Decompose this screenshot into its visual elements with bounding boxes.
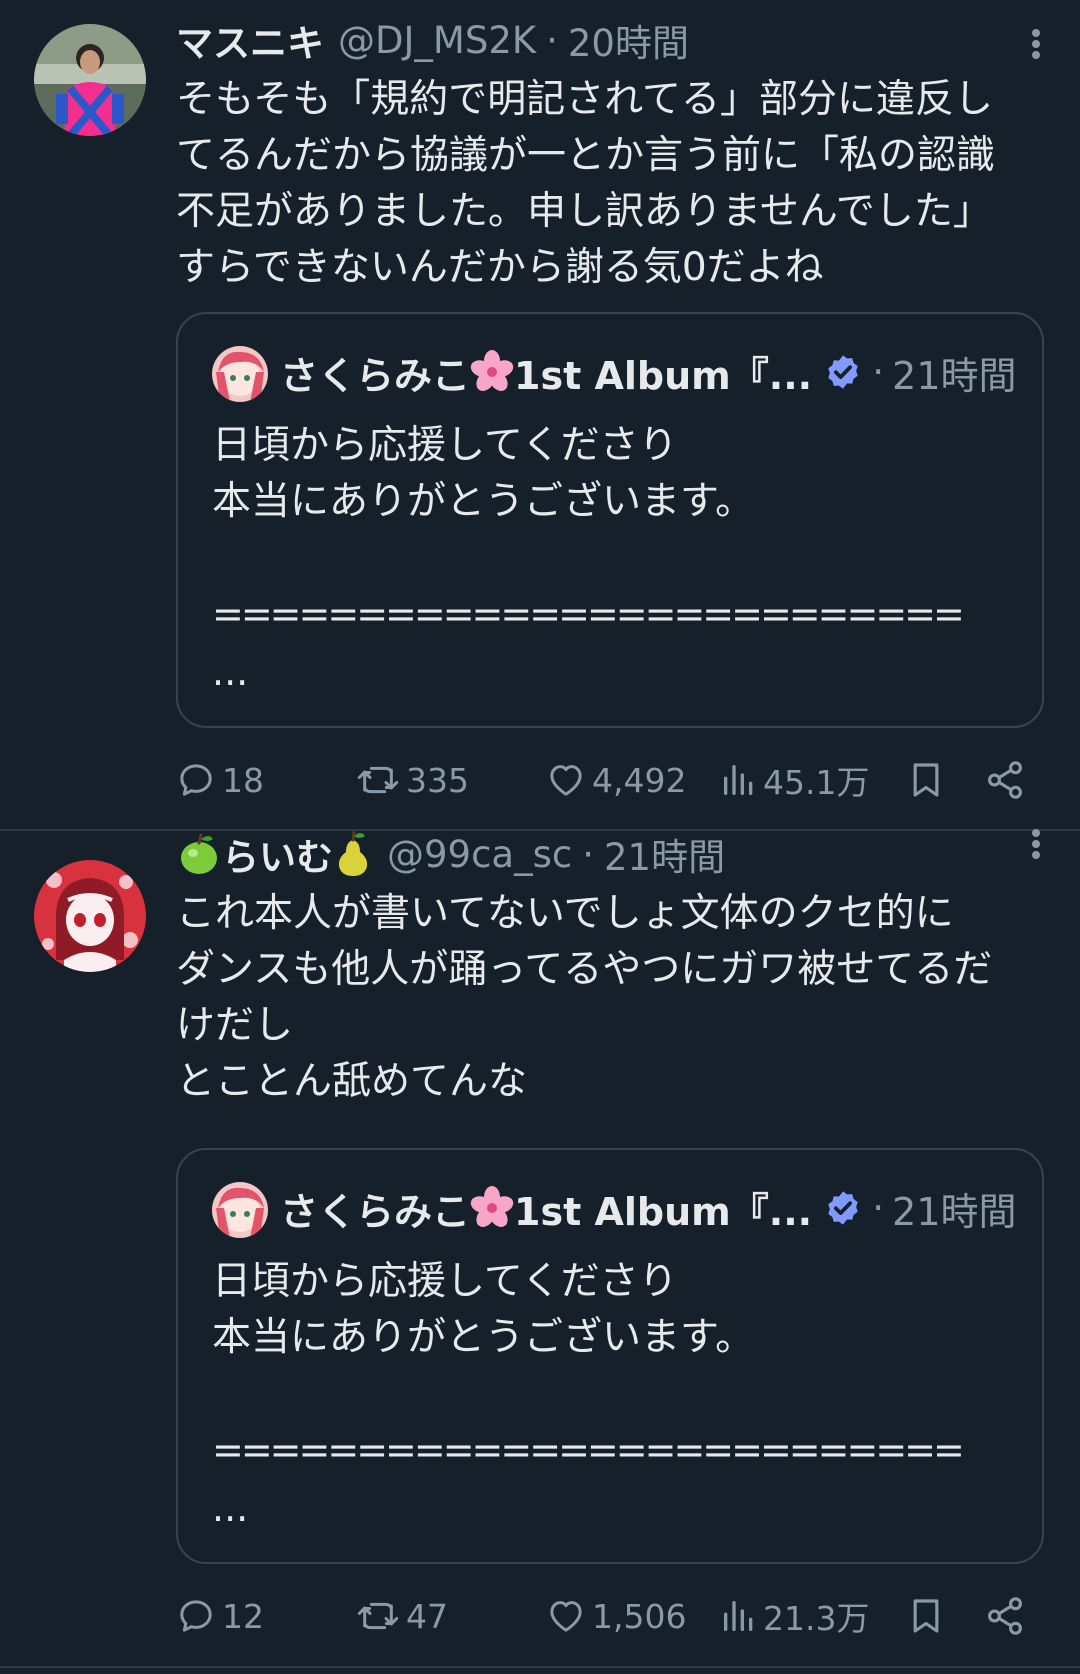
reply-button[interactable]: 12 xyxy=(176,1590,264,1642)
retweet-button[interactable]: 47 xyxy=(356,1590,448,1642)
author-handle[interactable]: @DJ_MS2K xyxy=(338,19,536,62)
bookmark-button[interactable] xyxy=(906,1590,946,1642)
anime-avatar-icon xyxy=(212,346,268,402)
author-handle[interactable]: @99ca_sc xyxy=(387,833,572,876)
bookmark-icon xyxy=(913,763,939,797)
tweet-actions: 12 47 1,506 21.3万 xyxy=(176,1590,1036,1642)
verified-badge-icon xyxy=(828,355,858,389)
tweet-actions: 18 335 4,492 45.1万 xyxy=(176,754,1036,806)
cherry-blossom-icon xyxy=(470,350,514,391)
tweet-divider xyxy=(0,1666,1080,1668)
reply-count: 12 xyxy=(222,1596,264,1636)
quote-avatar xyxy=(212,1182,268,1238)
share-button[interactable] xyxy=(984,1590,1026,1642)
tweet[interactable]: らいむ @99ca_sc · 21時間 これ本人が書いてないでしょ文体のクセ的に… xyxy=(0,828,1080,1668)
author-name[interactable]: マスニキ xyxy=(176,13,324,67)
share-icon xyxy=(988,1597,1022,1635)
reply-count: 18 xyxy=(222,760,264,800)
views-button[interactable]: 21.3万 xyxy=(721,1590,869,1642)
quote-ellipsis: ... xyxy=(212,1486,249,1530)
quote-text: 日頃から応援してくださり 本当にありがとうございます。 xyxy=(212,1259,755,1360)
quote-author-name: さくらみこ xyxy=(280,1189,471,1234)
author-name[interactable]: らいむ xyxy=(222,827,333,881)
time-separator: · xyxy=(582,832,594,876)
quote-author-name-suffix: 1st Album『... xyxy=(514,1189,813,1234)
avatar[interactable] xyxy=(34,860,146,972)
like-count: 1,506 xyxy=(592,1596,687,1636)
quoted-tweet[interactable]: さくらみこ 1st Album『... · 21時間 日頃から応援してくださり … xyxy=(176,312,1044,728)
quote-timestamp: 21時間 xyxy=(892,353,1017,398)
reply-icon xyxy=(180,1600,212,1632)
views-button[interactable]: 45.1万 xyxy=(721,754,869,806)
quote-header: さくらみこ 1st Album『... · 21時間 xyxy=(280,1178,1017,1238)
tweet-header: マスニキ @DJ_MS2K · 20時間 xyxy=(176,14,689,66)
retweet-count: 335 xyxy=(406,760,469,800)
more-options-icon[interactable] xyxy=(1030,26,1042,66)
like-button[interactable]: 1,506 xyxy=(546,1590,686,1642)
quote-author-name-suffix: 1st Album『... xyxy=(514,353,813,398)
more-options-icon[interactable] xyxy=(1030,826,1042,866)
reply-button[interactable]: 18 xyxy=(176,754,264,806)
quote-avatar xyxy=(212,346,268,402)
illustrated-avatar-icon xyxy=(34,860,146,972)
tweet[interactable]: マスニキ @DJ_MS2K · 20時間 そもそも「規約で明記されてる」部分に違… xyxy=(0,0,1080,830)
retweet-button[interactable]: 335 xyxy=(356,754,469,806)
quote-separator-line: ========================== xyxy=(212,592,965,636)
bookmark-icon xyxy=(913,1599,939,1633)
quote-author-name: さくらみこ xyxy=(280,353,471,398)
like-count: 4,492 xyxy=(592,760,687,800)
quote-timestamp: 21時間 xyxy=(892,1189,1017,1234)
retweet-icon xyxy=(357,766,399,794)
like-button[interactable]: 4,492 xyxy=(546,754,686,806)
time-separator: · xyxy=(546,18,558,62)
quote-header: さくらみこ 1st Album『... · 21時間 xyxy=(280,342,1017,402)
pear-icon xyxy=(338,830,368,876)
bookmark-button[interactable] xyxy=(906,754,946,806)
jockey-avatar-icon xyxy=(34,24,146,136)
tweet-text: これ本人が書いてないでしょ文体のクセ的に ダンスも他人が踊ってるやつにガワ被せて… xyxy=(176,891,993,1104)
timestamp[interactable]: 20時間 xyxy=(568,13,689,67)
quote-separator-line: ========================== xyxy=(212,1428,965,1472)
views-count: 21.3万 xyxy=(763,1599,870,1638)
quote-text: 日頃から応援してくださり 本当にありがとうございます。 xyxy=(212,423,755,524)
share-button[interactable] xyxy=(984,754,1026,806)
heart-icon xyxy=(550,765,582,796)
quoted-tweet[interactable]: さくらみこ 1st Album『... · 21時間 日頃から応援してくださり … xyxy=(176,1148,1044,1564)
tweet-header: らいむ @99ca_sc · 21時間 xyxy=(176,828,725,880)
quote-ellipsis: ... xyxy=(212,650,249,694)
views-count: 45.1万 xyxy=(763,763,870,802)
timestamp[interactable]: 21時間 xyxy=(604,827,725,881)
reply-icon xyxy=(180,764,212,796)
time-separator: · xyxy=(872,1186,885,1230)
anime-avatar-icon xyxy=(212,1182,268,1238)
retweet-icon xyxy=(357,1602,399,1630)
verified-badge-icon xyxy=(828,1191,858,1225)
avatar[interactable] xyxy=(34,24,146,136)
cherry-blossom-icon xyxy=(470,1186,514,1227)
green-apple-icon xyxy=(181,833,217,874)
retweet-count: 47 xyxy=(406,1596,448,1636)
heart-icon xyxy=(550,1601,582,1632)
views-icon xyxy=(724,765,753,795)
tweet-text: そもそも「規約で明記されてる」部分に違反し てるんだから協議が一とか言う前に「私… xyxy=(176,77,996,290)
time-separator: · xyxy=(872,350,885,394)
views-icon xyxy=(724,1601,753,1631)
share-icon xyxy=(988,761,1022,799)
